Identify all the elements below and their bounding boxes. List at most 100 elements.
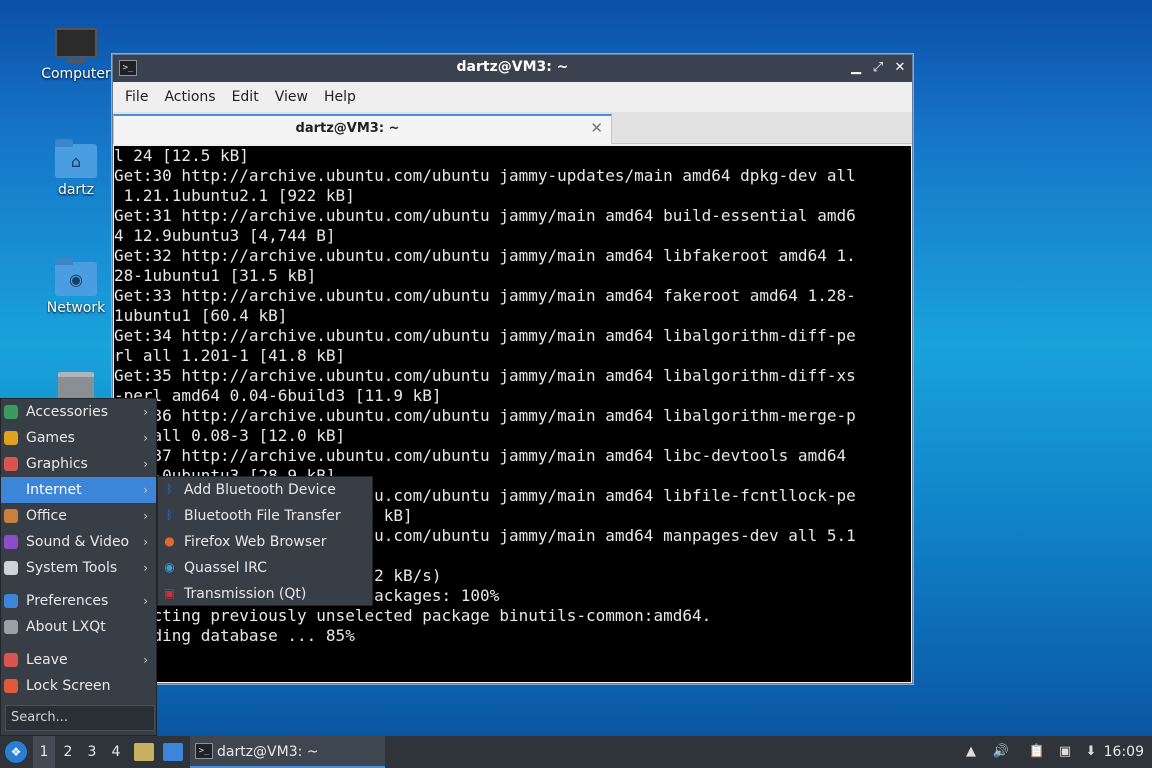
show-desktop-icon[interactable] [163, 743, 183, 761]
menu-item-lock-screen[interactable]: Lock Screen [1, 673, 156, 699]
desktop-icon-label: Network [46, 300, 106, 316]
desktop-icon-label: dartz [57, 182, 95, 198]
chevron-right-icon: › [143, 431, 148, 445]
terminal-icon: >_ [195, 743, 213, 759]
terminal-line: l 24 [12.5 kB] [114, 146, 249, 165]
application-menu: Accessories › Games › Graphics › Internet › Offi… [0, 398, 157, 736]
menu-edit[interactable]: Edit [224, 89, 267, 105]
submenu-item-label: Firefox Web Browser [184, 534, 327, 550]
desktop-icon-home[interactable]: ⌂ dartz [38, 139, 114, 198]
preferences-icon [4, 594, 18, 608]
terminal-line: Get:36 http://archive.ubuntu.com/ubuntu … [114, 406, 856, 425]
chevron-right-icon: › [143, 561, 148, 575]
system-tools-icon [4, 561, 18, 575]
workspace-4[interactable]: 4 [105, 736, 127, 768]
desktop-icon-computer[interactable]: Computer [38, 22, 114, 82]
terminal-tab[interactable]: dartz@VM3: ~ ✕ [113, 114, 612, 144]
workspace-1[interactable]: 1 [33, 736, 55, 768]
terminal-line: Get:35 http://archive.ubuntu.com/ubuntu … [114, 366, 856, 385]
minimize-icon[interactable]: ▁ [846, 58, 866, 78]
submenu-item-label: Bluetooth File Transfer [184, 508, 341, 524]
firefox-icon: ● [164, 534, 175, 548]
update-notifier-icon[interactable]: ⬇ [1082, 743, 1100, 761]
clipboard-icon[interactable]: 📋 [1028, 743, 1046, 761]
bluetooth-icon: ᛒ [165, 482, 174, 496]
terminal-line: Get:34 http://archive.ubuntu.com/ubuntu … [114, 326, 856, 345]
menu-item-label: About LXQt [26, 619, 106, 635]
menu-item-label: Games [26, 430, 75, 446]
terminal-line: Get:32 http://archive.ubuntu.com/ubuntu … [114, 246, 856, 265]
menu-item-label: System Tools [26, 560, 118, 576]
menu-view[interactable]: View [267, 89, 316, 105]
submenu-item-firefox-web-browser[interactable]: ● Firefox Web Browser [158, 529, 372, 555]
menu-separator [1, 640, 156, 647]
task-label: dartz@VM3: ~ [217, 744, 319, 760]
menu-search-input[interactable]: Search... [5, 705, 155, 731]
submenu-item-label: Quassel IRC [184, 560, 267, 576]
info-icon [4, 620, 18, 634]
terminal-line: 4 12.9ubuntu3 [4,744 B] [114, 226, 336, 245]
tab-close-icon[interactable]: ✕ [590, 119, 603, 137]
menu-item-label: Graphics [26, 456, 88, 472]
accessories-icon [4, 405, 18, 419]
tab-bar: dartz@VM3: ~ ✕ [113, 112, 912, 144]
chevron-right-icon: › [143, 594, 148, 608]
menu-file[interactable]: File [117, 89, 156, 105]
terminal-line: Get:33 http://archive.ubuntu.com/ubuntu … [114, 286, 856, 305]
submenu-item-transmission-qt-[interactable]: ▣ Transmission (Qt) [158, 581, 372, 607]
menu-item-about-lxqt[interactable]: About LXQt [1, 614, 156, 640]
transmission-icon: ▣ [163, 586, 176, 600]
network-folder-icon: ◉ [55, 257, 97, 296]
volume-icon[interactable]: 🔊 [992, 743, 1010, 761]
workspace-2[interactable]: 2 [57, 736, 79, 768]
computer-icon [55, 28, 97, 63]
chevron-right-icon: › [143, 405, 148, 419]
file-manager-icon[interactable] [134, 743, 154, 761]
menu-item-preferences[interactable]: Preferences › [1, 588, 156, 614]
start-menu-icon[interactable]: ❖ [5, 741, 27, 763]
terminal-line: Get:37 http://archive.ubuntu.com/ubuntu … [114, 446, 847, 465]
desktop-icon-network[interactable]: ◉ Network [38, 257, 114, 316]
workspace-3[interactable]: 3 [81, 736, 103, 768]
clock[interactable]: 16:09 [1104, 736, 1144, 768]
menu-help[interactable]: Help [316, 89, 364, 105]
graphics-icon [4, 457, 18, 471]
submenu-item-bluetooth-file-transfer[interactable]: ᛒ Bluetooth File Transfer [158, 503, 372, 529]
terminal-line: (Reading database ... 85% [114, 626, 355, 645]
menu-actions[interactable]: Actions [156, 89, 223, 105]
quassel-icon: ◉ [164, 560, 175, 574]
menu-item-sound-video[interactable]: Sound & Video › [1, 529, 156, 555]
tab-label: dartz@VM3: ~ [295, 121, 400, 136]
terminal-line: Selecting previously unselected package … [114, 606, 712, 625]
submenu-item-label: Transmission (Qt) [184, 586, 307, 602]
menu-item-label: Office [26, 508, 67, 524]
menu-item-accessories[interactable]: Accessories › [1, 399, 156, 425]
terminal-line: erl all 0.08-3 [12.0 kB] [114, 426, 346, 445]
lock-icon [4, 679, 18, 693]
chevron-right-icon: › [143, 653, 148, 667]
menu-item-internet[interactable]: Internet › [1, 477, 156, 503]
menu-item-graphics[interactable]: Graphics › [1, 451, 156, 477]
office-icon [4, 509, 18, 523]
desktop-icon-label: Computer [41, 66, 111, 82]
terminal-line: 28-1ubuntu1 [31.5 kB] [114, 266, 317, 285]
submenu-item-add-bluetooth-device[interactable]: ᛒ Add Bluetooth Device [158, 477, 372, 503]
internet-submenu: ᛒ Add Bluetooth Device ᛒ Bluetooth File Tra… [157, 476, 373, 606]
tray-expand-icon[interactable]: ▲ [962, 743, 980, 761]
chevron-right-icon: › [143, 457, 148, 471]
network-icon[interactable]: ▣ [1056, 743, 1074, 761]
taskbar: ❖ 1 2 3 4 >_ dartz@VM3: ~ ▲ 🔊 📋 ▣ ⬇ 16:0… [0, 736, 1152, 768]
menu-item-label: Preferences [26, 593, 109, 609]
taskbar-task-terminal[interactable]: >_ dartz@VM3: ~ [190, 736, 385, 768]
menu-item-system-tools[interactable]: System Tools › [1, 555, 156, 581]
maximize-icon[interactable]: ⤢ [868, 58, 888, 78]
chevron-right-icon: › [143, 535, 148, 549]
power-icon [4, 653, 18, 667]
menu-item-leave[interactable]: Leave › [1, 647, 156, 673]
title-bar[interactable]: >_ dartz@VM3: ~ ▁ ⤢ ✕ [113, 55, 912, 82]
menu-item-office[interactable]: Office › [1, 503, 156, 529]
close-icon[interactable]: ✕ [890, 58, 910, 78]
menu-item-games[interactable]: Games › [1, 425, 156, 451]
terminal-line: Get:31 http://archive.ubuntu.com/ubuntu … [114, 206, 856, 225]
submenu-item-quassel-irc[interactable]: ◉ Quassel IRC [158, 555, 372, 581]
